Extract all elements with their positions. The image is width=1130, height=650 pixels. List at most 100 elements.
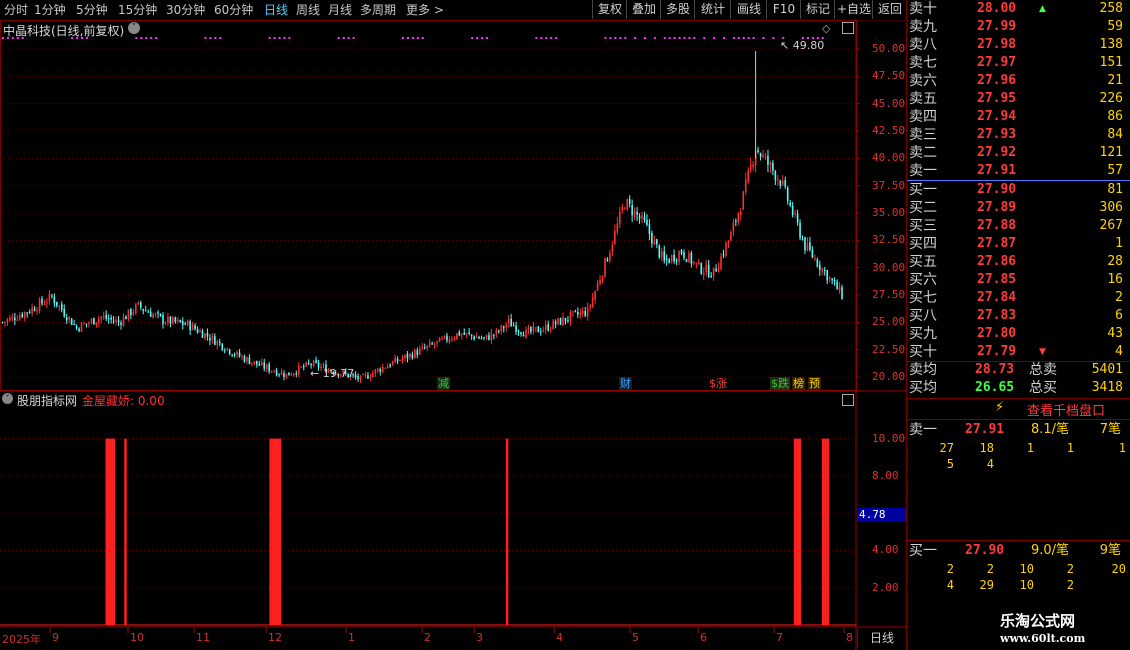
view-depth-button[interactable]: ⚡ 查看千档盘口: [907, 398, 1130, 420]
candle-body: [557, 318, 559, 324]
candle-body: [95, 322, 98, 325]
period-weekly[interactable]: 周线: [296, 2, 320, 18]
kline-chart[interactable]: [0, 20, 906, 650]
signal-dot: [643, 37, 646, 39]
level-label: 卖三: [909, 127, 937, 143]
period-30min[interactable]: 30分钟: [166, 2, 205, 18]
add-watchlist-button[interactable]: +自选: [834, 0, 873, 19]
candle-body: [381, 366, 384, 372]
multi-stock-button[interactable]: 多股: [660, 0, 695, 19]
period-intraday[interactable]: 分时: [4, 2, 28, 18]
draw-button[interactable]: 画线: [730, 0, 767, 19]
candle-body: [547, 324, 549, 331]
bid-level-row[interactable]: 买一 27.90 81: [907, 181, 1125, 199]
ask-level-row[interactable]: 卖九 27.99 59: [907, 18, 1125, 36]
event-up[interactable]: $涨: [708, 377, 728, 390]
candle-body: [157, 312, 159, 314]
bid-level-row[interactable]: 买七 27.84 2: [907, 289, 1125, 307]
period-1min[interactable]: 1分钟: [34, 2, 66, 18]
mark-button[interactable]: 标记: [800, 0, 835, 19]
bid-level-row[interactable]: 买三 27.88 267: [907, 217, 1125, 235]
period-daily[interactable]: 日线: [264, 2, 288, 18]
candle-body: [263, 362, 266, 369]
f10-button[interactable]: F10: [766, 0, 801, 19]
adjust-button[interactable]: 复权: [592, 0, 627, 19]
chevron-down-icon[interactable]: ˅: [128, 22, 140, 34]
candle-body: [423, 347, 426, 349]
signal-dot: [663, 37, 666, 39]
diamond-icon[interactable]: ◇: [822, 22, 830, 35]
period-15min[interactable]: 15分钟: [118, 2, 157, 18]
candle-body: [838, 286, 841, 291]
period-60min[interactable]: 60分钟: [214, 2, 253, 18]
indicator-window-icon[interactable]: [842, 394, 854, 406]
period-multi[interactable]: 多周期: [360, 2, 396, 18]
candle-body: [685, 259, 688, 262]
candle-body: [125, 316, 127, 320]
ask-level-row[interactable]: 卖三 27.93 84: [907, 126, 1125, 144]
stats-button[interactable]: 统计: [694, 0, 731, 19]
bid-level-row[interactable]: 买九 27.80 43: [907, 325, 1125, 343]
bid-level-row[interactable]: 买二 27.89 306: [907, 199, 1125, 217]
back-button[interactable]: 返回: [872, 0, 907, 19]
period-monthly[interactable]: 月线: [328, 2, 352, 18]
candle-body: [56, 301, 58, 306]
ask-level-row[interactable]: 卖十 28.00 258 ▲: [907, 0, 1125, 18]
signal-dot: [604, 37, 607, 39]
period-more[interactable]: 更多 >: [406, 2, 444, 18]
event-rank[interactable]: 榜: [792, 377, 805, 390]
candle-body: [544, 324, 547, 330]
bid-level-row[interactable]: 买四 27.87 1: [907, 235, 1125, 253]
ask-level-row[interactable]: 卖六 27.96 21: [907, 72, 1125, 90]
candle-body: [712, 267, 715, 276]
bid-level-row[interactable]: 买六 27.85 16: [907, 271, 1125, 289]
candle-body: [16, 319, 19, 321]
candle-body: [579, 312, 582, 316]
indicator-title[interactable]: 股朋指标网: [17, 392, 77, 409]
event-down[interactable]: $跌: [770, 377, 790, 390]
total-buy-label: 总买: [1029, 380, 1057, 396]
signal-dot: [555, 37, 558, 39]
ask-level-row[interactable]: 卖二 27.92 121: [907, 144, 1125, 162]
level-label: 卖六: [909, 73, 937, 89]
candle-body: [258, 363, 261, 366]
candle-body: [53, 296, 56, 304]
bid-level-row[interactable]: 买八 27.83 6: [907, 307, 1125, 325]
ask-level-row[interactable]: 卖八 27.98 138: [907, 36, 1125, 54]
total-sell: 5401: [1091, 362, 1123, 377]
candle-body: [801, 238, 804, 240]
indicator-spike: [110, 438, 113, 625]
candle-body: [142, 309, 145, 311]
ask-level-row[interactable]: 卖七 27.97 151: [907, 54, 1125, 72]
bid-level-row[interactable]: 买五 27.86 28: [907, 253, 1125, 271]
event-reduce[interactable]: 减: [437, 377, 450, 390]
candle-body: [384, 367, 387, 369]
candle-body: [418, 348, 421, 355]
level-label: 卖五: [909, 91, 937, 107]
signal-dot: [155, 37, 158, 39]
event-finance[interactable]: 财: [619, 377, 632, 390]
queue-order: 2: [946, 562, 954, 576]
candle-body: [68, 317, 70, 320]
event-forecast[interactable]: 预: [808, 377, 821, 390]
candle-body: [130, 309, 132, 316]
queue-order: 10: [1019, 562, 1034, 576]
candle-body: [460, 334, 463, 336]
level-price: 27.79: [977, 344, 1017, 359]
ask-level-row[interactable]: 卖一 27.91 57: [907, 162, 1125, 180]
queue-order: 1: [1118, 441, 1126, 455]
candle-body: [759, 153, 762, 157]
indicator-chevron-icon[interactable]: ˅: [2, 393, 13, 404]
signal-dot: [540, 37, 543, 39]
queue-order: 2: [1066, 562, 1074, 576]
level-volume: 86: [1107, 109, 1123, 124]
ask-level-row[interactable]: 卖五 27.95 226: [907, 90, 1125, 108]
window-toggle-icon[interactable]: [842, 22, 854, 34]
bid-level-row[interactable]: 买十 27.79 4 ▼: [907, 343, 1125, 361]
candle-body: [411, 354, 414, 359]
overlay-button[interactable]: 叠加: [626, 0, 661, 19]
candle-body: [302, 365, 305, 368]
ask-level-row[interactable]: 卖四 27.94 86: [907, 108, 1125, 126]
period-5min[interactable]: 5分钟: [76, 2, 108, 18]
date-tick-label: 5: [632, 631, 639, 644]
